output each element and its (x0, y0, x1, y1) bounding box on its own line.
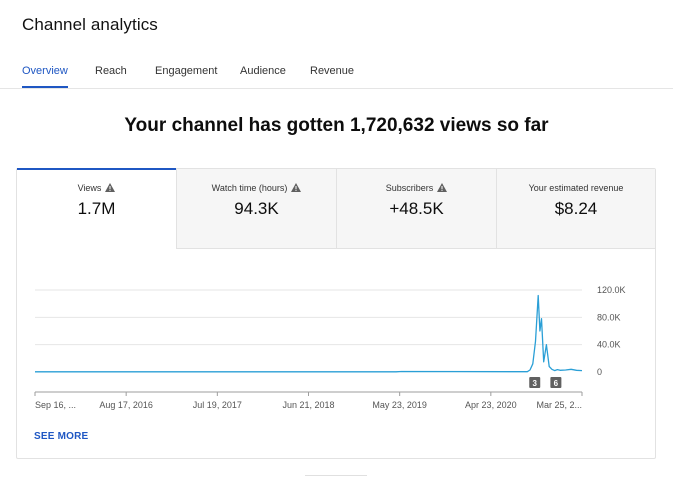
x-tick-label: Aug 17, 2016 (99, 400, 153, 410)
tab-engagement[interactable]: Engagement (155, 58, 217, 88)
y-tick-label: 40.0K (597, 340, 621, 350)
metric-views[interactable]: Views 1.7M (17, 168, 177, 249)
metric-revenue-value: $8.24 (554, 199, 598, 218)
x-tick-label: May 23, 2019 (372, 400, 427, 410)
y-tick-label: 120.0K (597, 285, 626, 295)
x-tick-label: Jun 21, 2018 (282, 400, 334, 410)
metric-subscribers-value: +48.5K (389, 199, 444, 218)
views-line-chart: 0 40.0K 80.0K 120.0K Sep 16, ... Aug 17, 2016… (34, 285, 626, 410)
tabs-divider (0, 88, 673, 89)
metric-subscribers-label: Subscribers (385, 183, 434, 193)
x-tick-label: Mar 25, 2... (536, 400, 582, 410)
warning-icon (437, 183, 448, 192)
metric-tabs: Views 1.7M Watch time (hours) 94.3K Subs… (17, 168, 655, 249)
metric-views-label: Views (77, 183, 102, 193)
x-tick-label: Sep 16, ... (35, 400, 76, 410)
metric-watch-time-label: Watch time (hours) (211, 183, 288, 193)
analytics-tabs: Overview Reach Engagement Audience Reven… (0, 58, 673, 88)
total-views-headline: Your channel has gotten 1,720,632 views … (124, 115, 549, 136)
divider (305, 475, 367, 476)
y-tick-label: 80.0K (597, 312, 621, 322)
annotation-label: 3 (533, 379, 538, 388)
tab-audience[interactable]: Audience (240, 58, 286, 88)
metric-revenue-label: Your estimated revenue (528, 183, 624, 193)
metric-watch-time[interactable]: Watch time (hours) 94.3K (177, 169, 337, 249)
see-more-link[interactable]: SEE MORE (34, 431, 88, 442)
annotation-label: 6 (554, 379, 559, 388)
tab-reach[interactable]: Reach (95, 58, 127, 88)
metric-revenue[interactable]: Your estimated revenue $8.24 (497, 169, 655, 249)
x-tick-label: Jul 19, 2017 (193, 400, 242, 410)
y-tick-label: 0 (597, 367, 602, 377)
warning-icon (291, 183, 302, 192)
page-title: Channel analytics (22, 15, 158, 34)
metric-watch-time-value: 94.3K (234, 199, 279, 218)
tab-revenue[interactable]: Revenue (310, 58, 354, 88)
metric-subscribers[interactable]: Subscribers +48.5K (337, 169, 497, 249)
views-series-line (35, 294, 583, 373)
overview-card: Views 1.7M Watch time (hours) 94.3K Subs… (16, 168, 656, 459)
tab-overview[interactable]: Overview (22, 58, 68, 88)
x-tick-label: Apr 23, 2020 (465, 400, 517, 410)
warning-icon (105, 183, 116, 192)
metric-views-value: 1.7M (77, 199, 116, 218)
